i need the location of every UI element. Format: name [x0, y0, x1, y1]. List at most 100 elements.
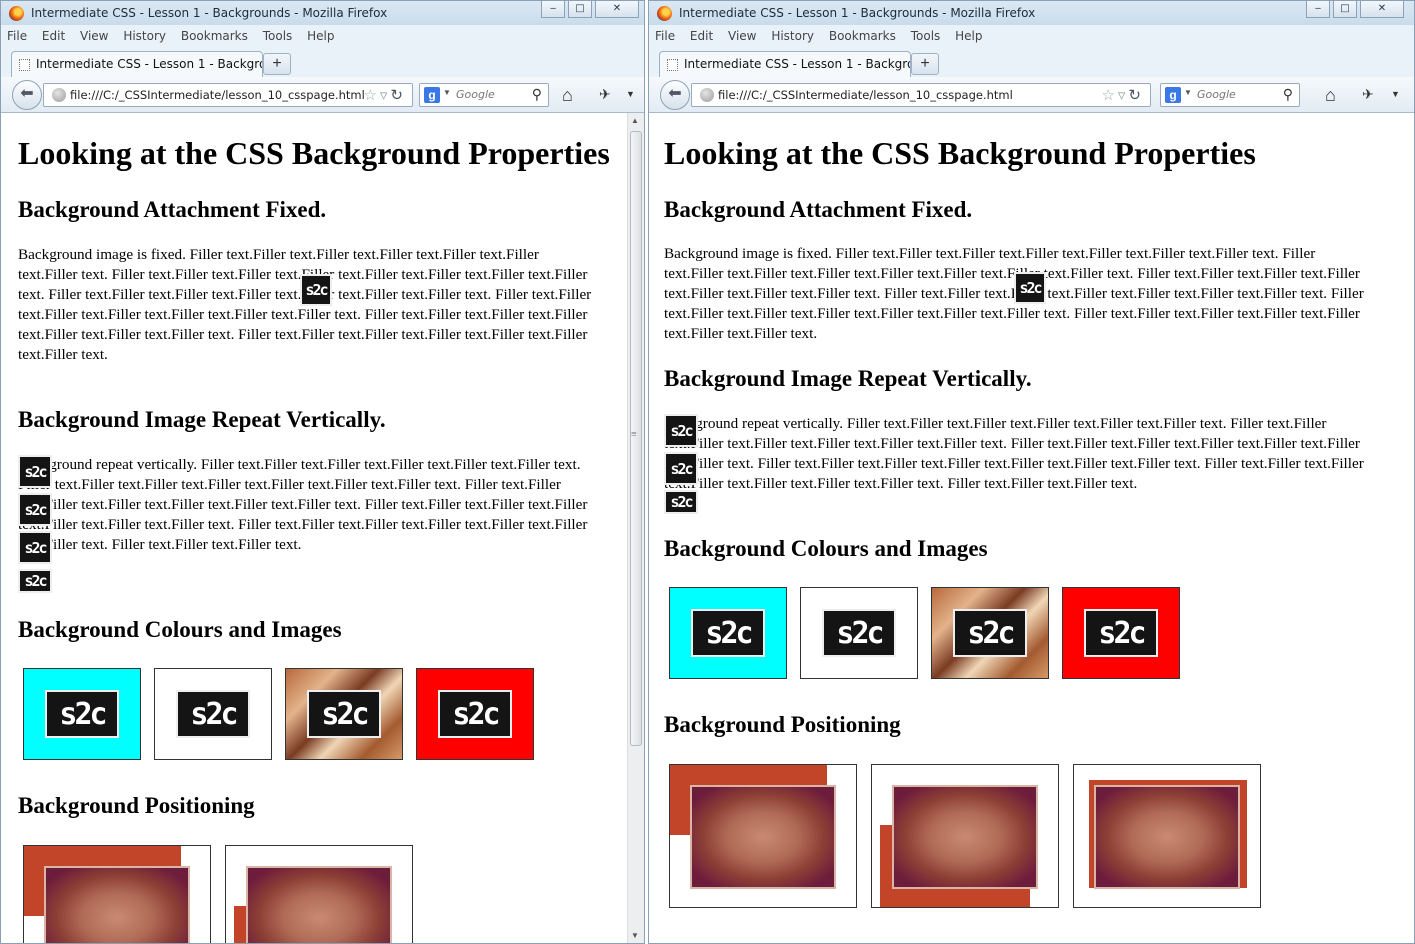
google-engine-icon[interactable]: g: [424, 87, 440, 103]
history-dropdown-icon[interactable]: ▿: [380, 87, 391, 104]
reload-icon[interactable]: ↻: [390, 87, 406, 104]
food-image: [690, 785, 836, 889]
s2c-logo-image: s2c: [1084, 609, 1158, 657]
address-bar[interactable]: file:///C:/_CSSIntermediate/lesson_10_cs…: [43, 83, 413, 107]
search-bar[interactable]: g ▼ Google ⚲: [1160, 83, 1300, 107]
s2c-logo-image: s2c: [1014, 272, 1046, 304]
minimize-button[interactable]: ‒: [541, 1, 565, 18]
menu-tools[interactable]: Tools: [911, 29, 941, 43]
menu-bookmarks[interactable]: Bookmarks: [181, 29, 248, 43]
home-icon[interactable]: ⌂: [1325, 85, 1336, 106]
bookmark-star-icon[interactable]: ☆: [1101, 87, 1117, 104]
toolbar-menu-arrow-icon[interactable]: ▼: [626, 89, 635, 99]
menu-view[interactable]: View: [80, 29, 108, 43]
section-heading-repeat: Background Image Repeat Vertically.: [664, 366, 1032, 391]
menu-bar: File Edit View History Bookmarks Tools H…: [655, 29, 993, 47]
menu-file[interactable]: File: [7, 29, 27, 43]
title-bar[interactable]: Intermediate CSS - Lesson 1 - Background…: [649, 1, 1414, 25]
new-tab-button[interactable]: +: [911, 53, 939, 75]
s2c-logo-image: s2c: [664, 452, 698, 485]
page-viewport: Looking at the CSS Background Properties…: [649, 113, 1414, 943]
window-title: Intermediate CSS - Lesson 1 - Background…: [679, 6, 1036, 20]
s2c-logo-image: s2c: [664, 414, 698, 447]
paragraph-repeat-text: Background repeat vertically. Filler tex…: [664, 415, 1364, 492]
page-icon: [667, 59, 678, 71]
back-button[interactable]: ⬅: [12, 80, 42, 110]
globe-icon: [52, 88, 66, 102]
photo-box: s2c: [285, 668, 403, 760]
vertical-scrollbar[interactable]: ▲ ≡ ▼: [627, 113, 644, 943]
bookmark-star-icon[interactable]: ☆: [363, 87, 379, 104]
google-engine-icon[interactable]: g: [1165, 87, 1181, 103]
window-title: Intermediate CSS - Lesson 1 - Background…: [31, 6, 388, 20]
engine-dropdown-icon[interactable]: ▼: [443, 88, 451, 97]
tab-active[interactable]: Intermediate CSS - Lesson 1 - Backgroun.…: [11, 51, 263, 77]
reload-icon[interactable]: ↻: [1128, 87, 1144, 104]
red-box: s2c: [1062, 587, 1180, 679]
close-button[interactable]: ✕: [1360, 1, 1404, 18]
menu-edit[interactable]: Edit: [42, 29, 65, 43]
paragraph-repeat: Background repeat vertically. Filler tex…: [18, 455, 596, 593]
url-text: file:///C:/_CSSIntermediate/lesson_10_cs…: [718, 88, 1013, 102]
search-icon[interactable]: ⚲: [532, 86, 542, 103]
position-box: [871, 764, 1059, 908]
toolbar-menu-arrow-icon[interactable]: ▼: [1391, 89, 1400, 99]
section-heading-positioning: Background Positioning: [18, 793, 255, 818]
menu-tools[interactable]: Tools: [263, 29, 293, 43]
history-dropdown-icon[interactable]: ▿: [1118, 87, 1129, 104]
s2c-logo-image: s2c: [18, 493, 52, 526]
scroll-down-icon[interactable]: ▼: [631, 931, 639, 940]
s2c-logo-image: s2c: [691, 609, 765, 657]
menu-help[interactable]: Help: [955, 29, 982, 43]
page-viewport: Looking at the CSS Background Properties…: [1, 113, 644, 943]
back-button[interactable]: ⬅: [660, 80, 690, 110]
new-tab-button[interactable]: +: [263, 53, 291, 75]
close-button[interactable]: ✕: [595, 1, 639, 18]
s2c-logo-image: s2c: [664, 490, 698, 514]
photo-box: s2c: [931, 587, 1049, 679]
white-box: s2c: [154, 668, 272, 760]
minimize-button[interactable]: ‒: [1306, 1, 1330, 18]
menu-bookmarks[interactable]: Bookmarks: [829, 29, 896, 43]
tab-title: Intermediate CSS - Lesson 1 - Backgroun.…: [684, 57, 910, 71]
page-title: Looking at the CSS Background Properties: [664, 135, 1256, 171]
menu-edit[interactable]: Edit: [690, 29, 713, 43]
addon-icon[interactable]: ✈: [1362, 86, 1374, 103]
engine-dropdown-icon[interactable]: ▼: [1184, 88, 1192, 97]
search-icon[interactable]: ⚲: [1283, 86, 1293, 103]
menu-view[interactable]: View: [728, 29, 756, 43]
s2c-logo-image: s2c: [45, 690, 119, 738]
firefox-icon: [9, 6, 24, 21]
menu-file[interactable]: File: [655, 29, 675, 43]
address-bar[interactable]: file:///C:/_CSSIntermediate/lesson_10_cs…: [691, 83, 1151, 107]
position-box: [23, 845, 211, 943]
menu-bar: File Edit View History Bookmarks Tools H…: [7, 29, 345, 47]
food-image: [892, 785, 1038, 889]
position-box: [225, 845, 413, 943]
scroll-up-icon[interactable]: ▲: [631, 116, 639, 125]
paragraph-repeat-text: Background repeat vertically. Filler tex…: [18, 456, 588, 553]
tab-strip: Intermediate CSS - Lesson 1 - Backgroun.…: [1, 49, 644, 77]
navigation-toolbar: ⬅ file:///C:/_CSSIntermediate/lesson_10_…: [649, 77, 1414, 113]
home-icon[interactable]: ⌂: [562, 85, 573, 106]
maximize-button[interactable]: □: [568, 1, 592, 18]
search-bar[interactable]: g ▼ Google ⚲: [419, 83, 549, 107]
cyan-box: s2c: [669, 587, 787, 679]
section-heading-positioning: Background Positioning: [664, 712, 901, 737]
s2c-logo-image: s2c: [18, 455, 52, 488]
section-heading-colours: Background Colours and Images: [664, 536, 988, 561]
browser-window-right: Intermediate CSS - Lesson 1 - Background…: [648, 0, 1415, 944]
section-heading-fixed: Background Attachment Fixed.: [664, 197, 973, 222]
scroll-grip-icon: ≡: [631, 429, 637, 440]
tab-title: Intermediate CSS - Lesson 1 - Backgroun.…: [36, 57, 262, 71]
addon-icon[interactable]: ✈: [599, 86, 611, 103]
menu-help[interactable]: Help: [307, 29, 334, 43]
cyan-box: s2c: [23, 668, 141, 760]
menu-history[interactable]: History: [123, 29, 166, 43]
red-box: s2c: [416, 668, 534, 760]
title-bar[interactable]: Intermediate CSS - Lesson 1 - Background…: [1, 1, 644, 25]
menu-history[interactable]: History: [771, 29, 814, 43]
browser-window-left: Intermediate CSS - Lesson 1 - Background…: [0, 0, 645, 944]
tab-active[interactable]: Intermediate CSS - Lesson 1 - Backgroun.…: [659, 51, 911, 77]
maximize-button[interactable]: □: [1333, 1, 1357, 18]
